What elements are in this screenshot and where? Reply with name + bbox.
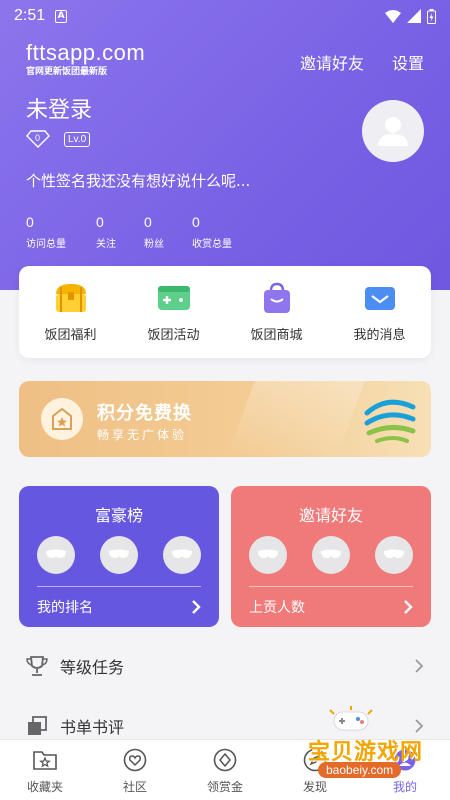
- stat-rewards[interactable]: 0 收赏总量: [192, 214, 252, 250]
- banner-title: 积分免费换: [97, 403, 192, 424]
- quick-action-label: 饭团福利: [44, 328, 97, 343]
- brand: fttsapp.com 官网更新饭团最新版: [26, 40, 145, 77]
- heart-chat-icon: [123, 748, 147, 772]
- mask-icon: [384, 549, 404, 559]
- quick-action-messages[interactable]: 我的消息: [328, 266, 431, 358]
- china-mobile-logo-icon: [364, 399, 416, 443]
- treasure-chest-icon: [55, 284, 86, 312]
- signal-icon: [407, 9, 421, 23]
- mask-icon: [172, 549, 192, 559]
- card-divider: [37, 586, 201, 587]
- tab-community[interactable]: 社区: [90, 740, 180, 800]
- wifi-icon: [385, 9, 401, 23]
- mask-avatar: [375, 536, 413, 574]
- quick-action-welfare[interactable]: 饭团福利: [19, 266, 122, 358]
- status-bar: 2:51 A: [0, 0, 450, 32]
- notification-badge-icon: A: [55, 9, 68, 23]
- tab-label: 领赏金: [206, 780, 243, 794]
- invite-avatars: [231, 536, 431, 574]
- settings-button[interactable]: 设置: [392, 50, 424, 74]
- folder-star-icon: [33, 751, 57, 770]
- tribute-count-label: 上贡人数: [249, 600, 305, 616]
- status-icons: [385, 8, 436, 24]
- stat-value: 0: [96, 214, 104, 230]
- rank-avatars: [19, 536, 219, 574]
- chevron-right-icon: [415, 659, 424, 673]
- user-placeholder-icon: [378, 117, 408, 146]
- game-controller-mascot-icon: [329, 706, 373, 731]
- mask-avatar: [249, 536, 287, 574]
- rich-list-card[interactable]: 富豪榜 我的排名: [19, 486, 219, 627]
- mask-avatar: [163, 536, 201, 574]
- username[interactable]: 未登录: [26, 92, 92, 124]
- stat-value: 0: [192, 214, 200, 230]
- menu-item-label: 书单书评: [60, 718, 125, 737]
- mask-icon: [258, 549, 278, 559]
- mask-icon: [46, 549, 66, 559]
- mask-icon: [321, 549, 341, 559]
- card-divider: [249, 586, 413, 587]
- tab-label: 社区: [122, 780, 147, 794]
- stat-value: 0: [144, 214, 152, 230]
- mask-avatar: [100, 536, 138, 574]
- watermark: 宝贝游戏网 baobeiy.com: [296, 706, 436, 794]
- avatar[interactable]: [362, 100, 424, 162]
- diamond-icon: [213, 748, 237, 772]
- stat-following[interactable]: 0 关注: [96, 214, 144, 250]
- quick-action-events[interactable]: 饭团活动: [122, 266, 225, 358]
- quick-action-mall[interactable]: 饭团商城: [225, 266, 328, 358]
- signature-text[interactable]: 个性签名我还没有想好说什么呢...: [26, 170, 250, 191]
- card-title: 邀请好友: [298, 506, 363, 525]
- card-footer[interactable]: 上贡人数: [231, 597, 431, 617]
- card-title: 富豪榜: [94, 506, 143, 525]
- invite-friends-button[interactable]: 邀请好友: [300, 50, 364, 74]
- mask-icon: [109, 549, 129, 559]
- mask-avatar: [37, 536, 75, 574]
- stat-label: 收赏总量: [192, 239, 232, 250]
- stat-label: 访问总量: [26, 239, 66, 250]
- level-badge: Lv.0: [64, 131, 91, 147]
- tab-favorites[interactable]: 收藏夹: [0, 740, 90, 800]
- shopping-bag-icon: [263, 282, 290, 313]
- gamepad-icon: [157, 286, 190, 310]
- watermark-url: baobeiy.com: [318, 762, 402, 778]
- chevron-right-icon: [404, 600, 413, 614]
- menu-item-level-tasks[interactable]: 等级任务: [0, 638, 450, 694]
- banner-subtitle: 畅享无广体验: [97, 428, 188, 442]
- stat-followers[interactable]: 0 粉丝: [144, 214, 192, 250]
- banner-decoration: [227, 381, 365, 457]
- stat-value: 0: [26, 214, 34, 230]
- trophy-icon: [26, 656, 48, 676]
- status-time: 2:51: [14, 7, 46, 24]
- quick-action-label: 我的消息: [353, 328, 406, 343]
- banner-badge: [41, 398, 83, 440]
- tab-label: 收藏夹: [26, 780, 63, 794]
- profile-badges: 0 Lv.0: [26, 130, 91, 148]
- chevron-right-icon: [192, 600, 201, 614]
- quick-actions: 饭团福利 饭团活动 饭团商城 我的消息: [19, 266, 431, 358]
- battery-icon: [427, 8, 436, 24]
- invite-friends-card[interactable]: 邀请好友 上贡人数: [231, 486, 431, 627]
- stat-label: 粉丝: [144, 239, 164, 250]
- quick-action-label: 饭团活动: [147, 328, 200, 343]
- points-exchange-banner[interactable]: 积分免费换 畅享无广体验: [19, 381, 431, 457]
- mask-avatar: [312, 536, 350, 574]
- diamond-count: 0: [35, 133, 41, 143]
- booklist-icon: [28, 716, 47, 735]
- profile-header: 2:51 A fttsapp.com 官网更新饭团最新版 邀请好友 设置 未登录…: [0, 0, 450, 290]
- stats-row: 0 访问总量 0 关注 0 粉丝 0 收赏总量: [26, 214, 252, 250]
- stat-label: 关注: [96, 239, 116, 250]
- card-footer[interactable]: 我的排名: [19, 597, 219, 617]
- diamond-badge: 0: [26, 130, 50, 148]
- app-name: fttsapp.com: [26, 40, 146, 65]
- tab-bounty[interactable]: 领赏金: [180, 740, 270, 800]
- shop-star-icon: [52, 408, 72, 430]
- quick-action-label: 饭团商城: [250, 328, 303, 343]
- my-rank-label: 我的排名: [37, 600, 93, 616]
- stat-visits[interactable]: 0 访问总量: [26, 214, 96, 250]
- menu-item-label: 等级任务: [60, 658, 125, 677]
- envelope-icon: [364, 287, 395, 310]
